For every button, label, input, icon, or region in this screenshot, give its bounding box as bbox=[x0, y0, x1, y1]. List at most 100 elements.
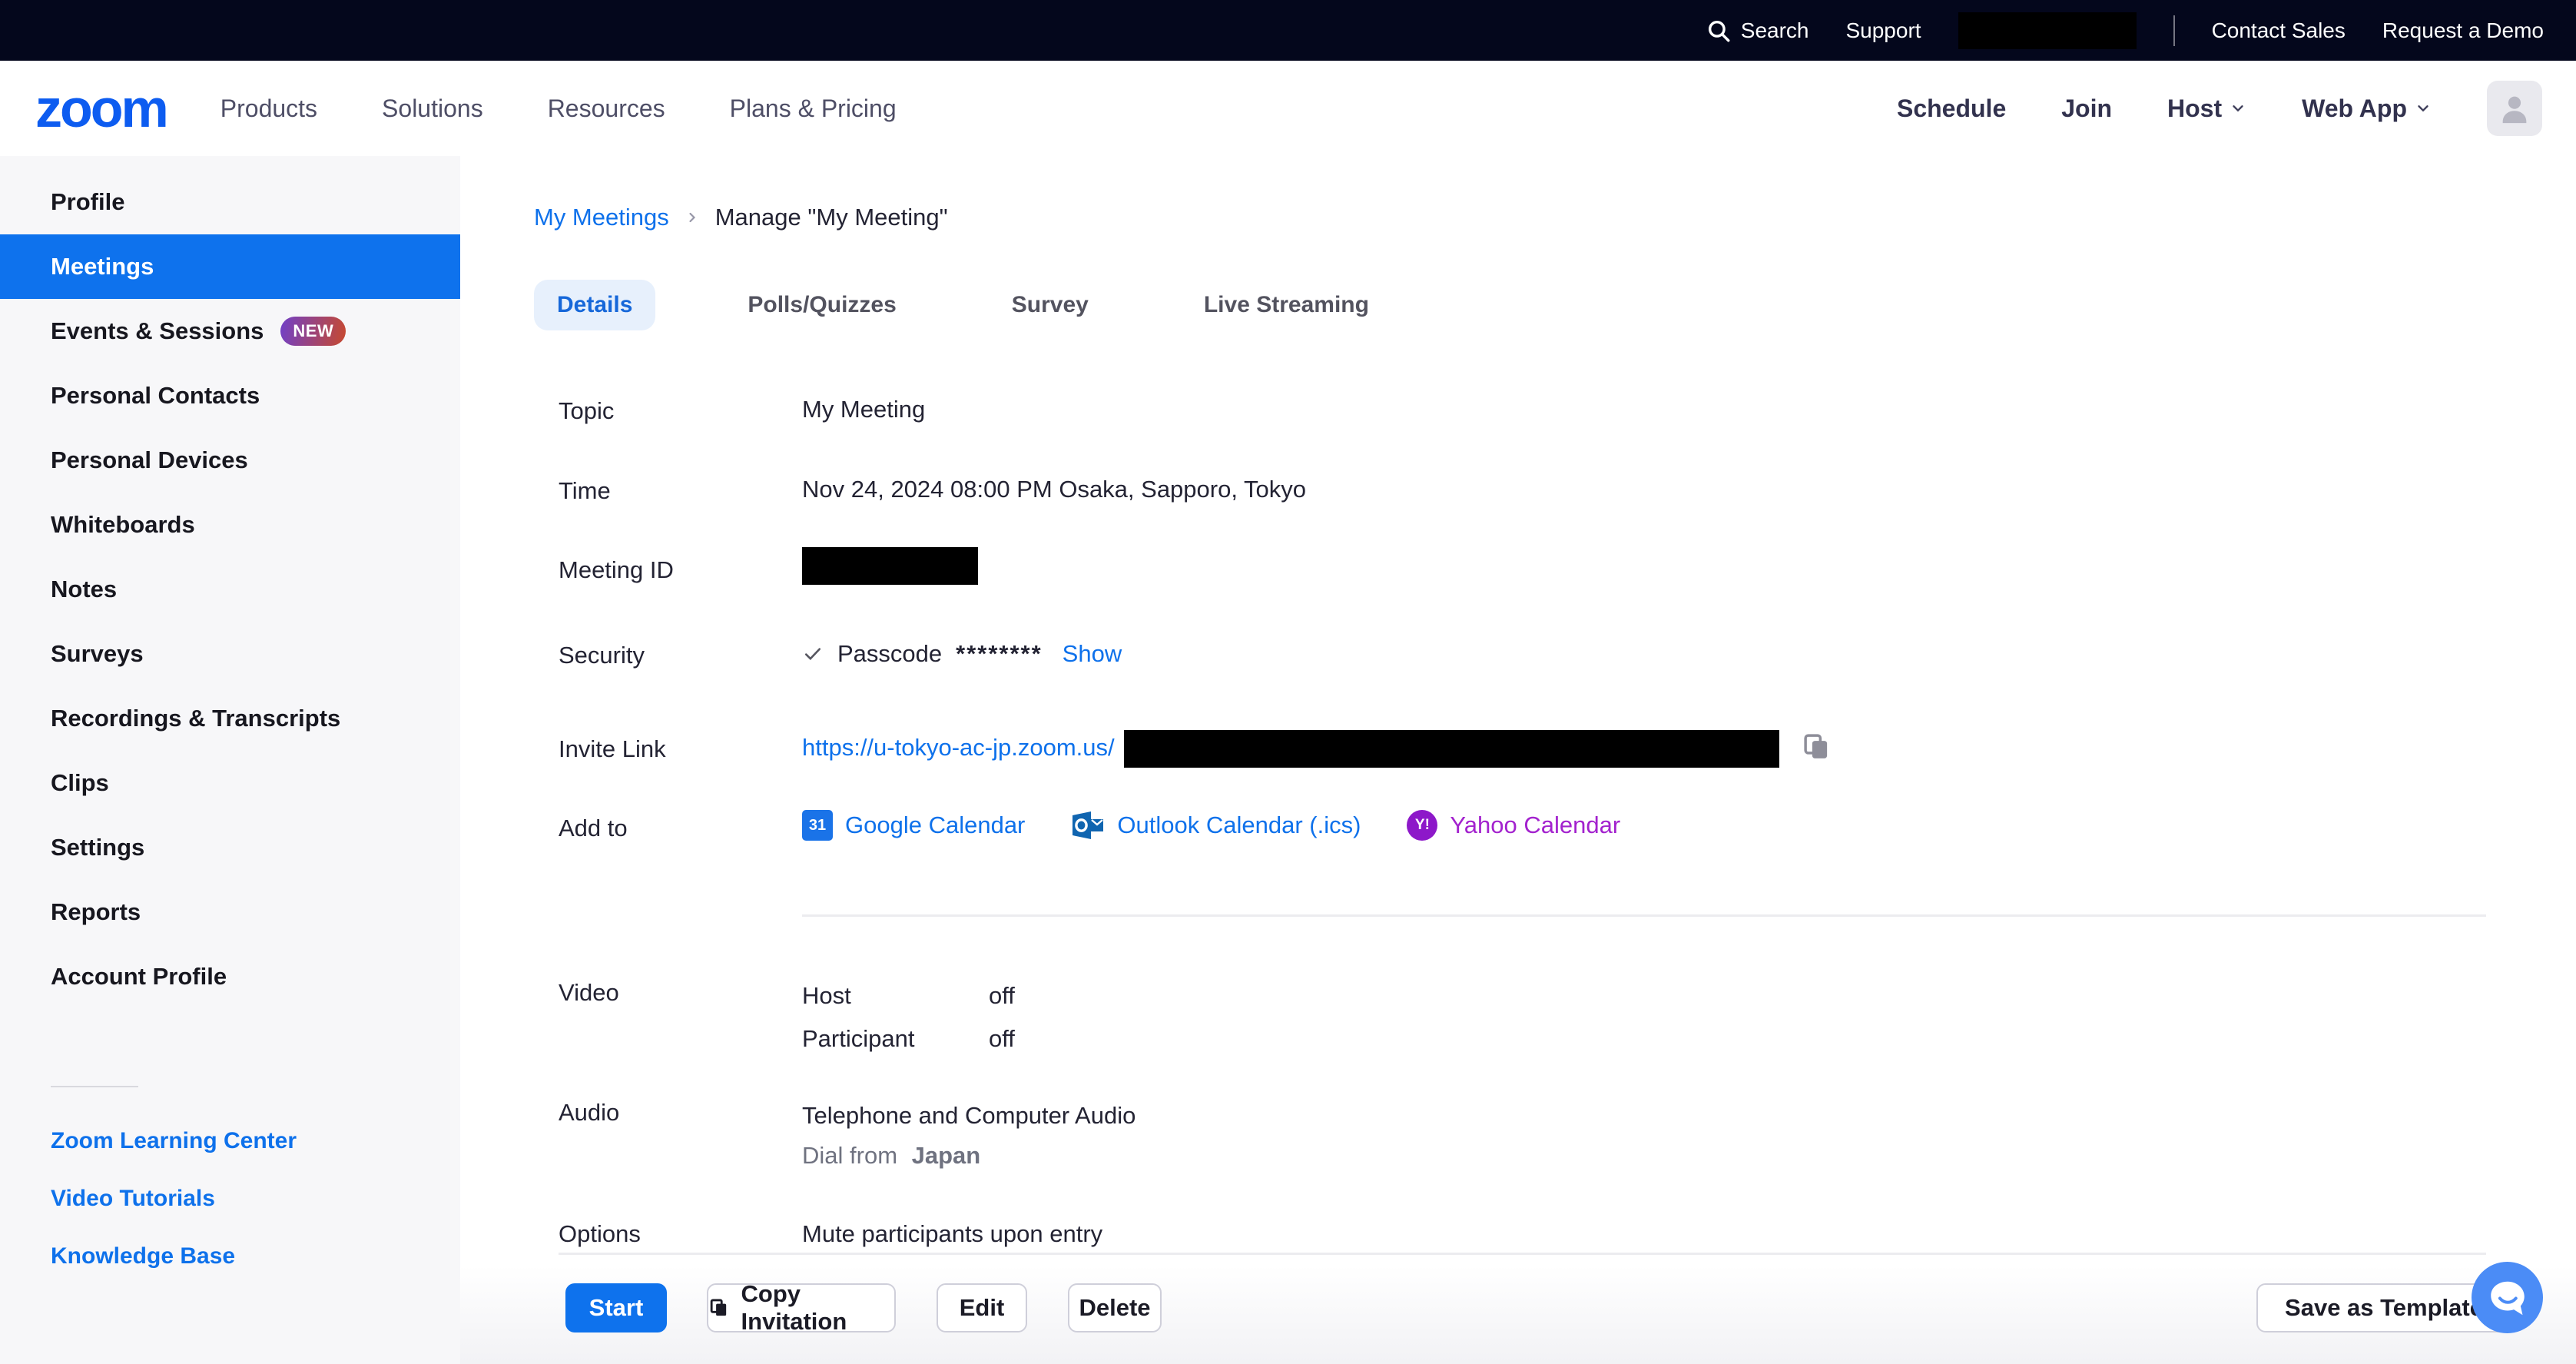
sidebar-item-recordings-transcripts[interactable]: Recordings & Transcripts bbox=[0, 686, 460, 751]
nav-menu: Products Solutions Resources Plans & Pri… bbox=[220, 95, 897, 123]
nav-item-resources[interactable]: Resources bbox=[548, 95, 665, 123]
start-button[interactable]: Start bbox=[565, 1283, 667, 1332]
tab-details[interactable]: Details bbox=[534, 280, 655, 330]
video-host-value: off bbox=[989, 982, 1015, 1010]
person-icon bbox=[2497, 91, 2532, 126]
add-to-label: Add to bbox=[559, 815, 628, 842]
topbar-divider bbox=[2173, 15, 2175, 46]
delete-button[interactable]: Delete bbox=[1068, 1283, 1162, 1332]
edit-button[interactable]: Edit bbox=[937, 1283, 1027, 1332]
outlook-calendar-icon bbox=[1071, 809, 1105, 841]
add-to-row: 31 Google Calendar Outlook Calendar (.ic… bbox=[802, 809, 1620, 841]
topic-value: My Meeting bbox=[802, 396, 925, 423]
time-label: Time bbox=[559, 477, 611, 505]
sidebar-item-settings[interactable]: Settings bbox=[0, 815, 460, 880]
search-label: Search bbox=[1741, 18, 1809, 43]
sidebar-item-meetings[interactable]: Meetings bbox=[0, 234, 460, 299]
copy-invitation-button[interactable]: Copy Invitation bbox=[707, 1283, 896, 1332]
chevron-down-icon bbox=[2415, 100, 2432, 117]
support-link[interactable]: Support bbox=[1845, 18, 1921, 43]
schedule-link[interactable]: Schedule bbox=[1897, 95, 2006, 123]
google-calendar-icon: 31 bbox=[802, 810, 833, 841]
passcode-label: Passcode bbox=[837, 640, 942, 668]
time-value: Nov 24, 2024 08:00 PM Osaka, Sapporo, To… bbox=[802, 476, 1306, 503]
sidebar-item-events-sessions[interactable]: Events & Sessions NEW bbox=[0, 299, 460, 363]
dial-country: Japan bbox=[912, 1142, 981, 1169]
video-host-label: Host bbox=[802, 982, 851, 1010]
security-label: Security bbox=[559, 642, 645, 669]
video-participant-label: Participant bbox=[802, 1025, 914, 1053]
main-content: My Meetings Manage "My Meeting" Details … bbox=[460, 156, 2576, 1364]
sidebar-item-surveys[interactable]: Surveys bbox=[0, 622, 460, 686]
copy-icon bbox=[1801, 731, 1833, 763]
sidebar-item-reports[interactable]: Reports bbox=[0, 880, 460, 944]
sidebar-item-whiteboards[interactable]: Whiteboards bbox=[0, 493, 460, 557]
section-divider bbox=[802, 914, 2486, 917]
sidebar-link-video-tutorials[interactable]: Video Tutorials bbox=[0, 1170, 460, 1227]
sidebar-item-account-profile[interactable]: Account Profile bbox=[0, 944, 460, 1009]
audio-dial-from: Dial from Japan bbox=[802, 1142, 980, 1170]
outlook-calendar-link[interactable]: Outlook Calendar (.ics) bbox=[1071, 809, 1361, 841]
video-label: Video bbox=[559, 979, 619, 1007]
meeting-id-label: Meeting ID bbox=[559, 556, 674, 584]
nav-item-plans-pricing[interactable]: Plans & Pricing bbox=[730, 95, 897, 123]
user-avatar[interactable] bbox=[2487, 81, 2542, 136]
join-link[interactable]: Join bbox=[2061, 95, 2112, 123]
check-icon bbox=[802, 643, 824, 665]
sidebar-item-profile[interactable]: Profile bbox=[0, 170, 460, 234]
yahoo-calendar-icon: Y! bbox=[1407, 810, 1437, 841]
new-badge: NEW bbox=[280, 317, 346, 346]
copy-invite-link-button[interactable] bbox=[1801, 731, 1833, 767]
sidebar-link-learning-center[interactable]: Zoom Learning Center bbox=[0, 1112, 460, 1170]
top-utility-bar: Search Support Contact Sales Request a D… bbox=[0, 0, 2576, 61]
options-label: Options bbox=[559, 1220, 641, 1248]
sidebar-divider bbox=[51, 1086, 138, 1087]
sidebar-item-notes[interactable]: Notes bbox=[0, 557, 460, 622]
search-icon bbox=[1706, 18, 1732, 44]
show-passcode-link[interactable]: Show bbox=[1063, 640, 1122, 668]
audio-label: Audio bbox=[559, 1099, 619, 1127]
sidebar-item-personal-contacts[interactable]: Personal Contacts bbox=[0, 363, 460, 428]
sidebar: Profile Meetings Events & Sessions NEW P… bbox=[0, 156, 460, 1364]
invite-link-label: Invite Link bbox=[559, 735, 666, 763]
topic-label: Topic bbox=[559, 397, 614, 425]
search-button[interactable]: Search bbox=[1706, 18, 1809, 44]
copy-icon bbox=[708, 1296, 731, 1320]
breadcrumb: My Meetings Manage "My Meeting" bbox=[534, 204, 948, 231]
footer-action-bar: Start Copy Invitation Edit Delete Save a… bbox=[460, 1266, 2576, 1364]
tab-survey[interactable]: Survey bbox=[989, 280, 1112, 330]
breadcrumb-my-meetings[interactable]: My Meetings bbox=[534, 204, 669, 231]
tab-bar: Details Polls/Quizzes Survey Live Stream… bbox=[534, 280, 1392, 330]
options-value: Mute participants upon entry bbox=[802, 1220, 1102, 1248]
options-divider bbox=[559, 1253, 2486, 1255]
sidebar-link-knowledge-base[interactable]: Knowledge Base bbox=[0, 1227, 460, 1285]
sidebar-item-clips[interactable]: Clips bbox=[0, 751, 460, 815]
invite-link-redacted bbox=[1124, 730, 1779, 768]
sidebar-item-personal-devices[interactable]: Personal Devices bbox=[0, 428, 460, 493]
tab-live-streaming[interactable]: Live Streaming bbox=[1181, 280, 1392, 330]
chevron-down-icon bbox=[2230, 100, 2246, 117]
contact-sales-link[interactable]: Contact Sales bbox=[2212, 18, 2346, 43]
audio-value: Telephone and Computer Audio bbox=[802, 1102, 1135, 1130]
breadcrumb-current: Manage "My Meeting" bbox=[715, 204, 948, 231]
chevron-right-icon bbox=[685, 210, 700, 225]
video-participant-value: off bbox=[989, 1025, 1015, 1053]
chat-support-fab[interactable] bbox=[2472, 1262, 2543, 1333]
nav-right-group: Schedule Join Host Web App bbox=[1897, 81, 2576, 136]
zoom-web-portal-page: Search Support Contact Sales Request a D… bbox=[0, 0, 2576, 1364]
tab-polls-quizzes[interactable]: Polls/Quizzes bbox=[724, 280, 919, 330]
redacted-phone-number bbox=[1958, 12, 2137, 49]
zoom-logo[interactable]: zoom bbox=[35, 81, 167, 135]
web-app-dropdown[interactable]: Web App bbox=[2302, 95, 2432, 123]
request-demo-link[interactable]: Request a Demo bbox=[2382, 18, 2544, 43]
nav-item-solutions[interactable]: Solutions bbox=[382, 95, 483, 123]
passcode-mask: ******** bbox=[956, 640, 1043, 668]
security-row: Passcode ******** Show bbox=[802, 640, 1122, 668]
yahoo-calendar-link[interactable]: Y! Yahoo Calendar bbox=[1407, 810, 1620, 841]
host-dropdown[interactable]: Host bbox=[2167, 95, 2246, 123]
google-calendar-link[interactable]: 31 Google Calendar bbox=[802, 810, 1025, 841]
invite-link-url[interactable]: https://u-tokyo-ac-jp.zoom.us/ bbox=[802, 734, 1115, 762]
main-navigation-bar: zoom Products Solutions Resources Plans … bbox=[0, 61, 2576, 156]
nav-item-products[interactable]: Products bbox=[220, 95, 317, 123]
chat-bubble-icon bbox=[2485, 1276, 2530, 1320]
